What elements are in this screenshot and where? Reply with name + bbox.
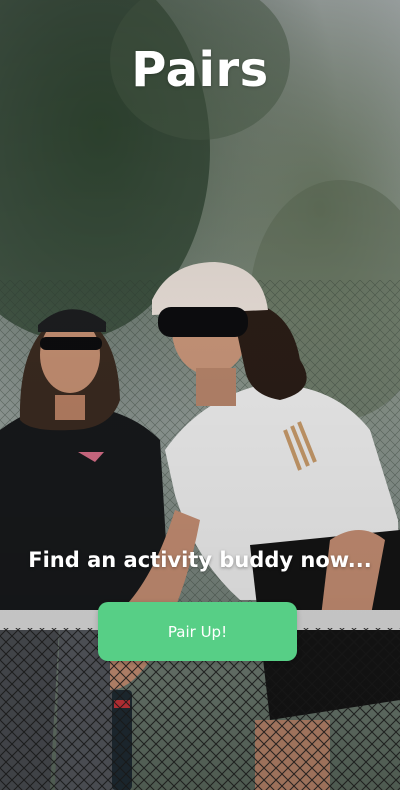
pair-up-button-label: Pair Up! xyxy=(167,622,228,641)
image-scrim xyxy=(0,0,400,790)
tagline: Find an activity buddy now... xyxy=(28,548,372,572)
app-title: Pairs xyxy=(131,42,269,98)
pair-up-button[interactable]: Pair Up! xyxy=(98,602,297,661)
welcome-screen: Pairs Find an activity buddy now... Pair… xyxy=(0,0,400,790)
